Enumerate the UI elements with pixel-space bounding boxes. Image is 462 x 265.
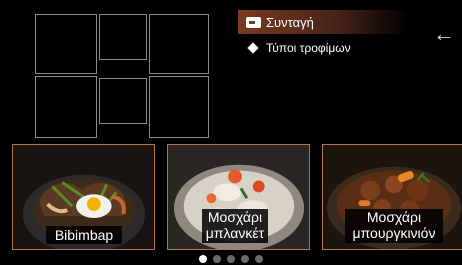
recipe-card-blanquette[interactable]: Μοσχάρι μπλανκέτ [167,144,310,250]
category-menu: Συνταγή Τύποι τροφίμων [238,10,410,60]
menu-item-recipe[interactable]: Συνταγή [238,10,410,34]
grid-slot-6[interactable] [149,76,209,138]
grid-slot-4[interactable] [35,76,97,138]
menu-item-food-types[interactable]: Τύποι τροφίμων [238,36,410,60]
back-arrow-icon: ← [433,21,455,46]
card-label: Bibimbap [46,226,122,244]
recipe-card-bourguignon[interactable]: Μοσχάρι μπουργκινιόν [322,144,462,250]
menu-item-label: Συνταγή [266,14,314,30]
diamond-icon [247,42,259,54]
recipe-icon [246,16,261,28]
page-dot-4[interactable] [241,255,249,263]
recipe-card-bibimbap[interactable]: Bibimbap [12,144,155,250]
back-button[interactable]: ← [432,22,456,46]
card-label: Μοσχάρι μπλανκέτ [202,209,268,243]
grid-slot-1[interactable] [35,14,97,74]
page-dot-5[interactable] [255,255,263,263]
page-dot-1[interactable] [199,255,207,263]
menu-item-label: Τύποι τροφίμων [266,41,351,55]
page-dot-2[interactable] [213,255,221,263]
pagination [0,255,462,263]
grid-slot-2[interactable] [99,14,147,60]
grid-slot-5[interactable] [99,78,147,124]
grid-slot-3[interactable] [149,14,209,74]
page-dot-3[interactable] [227,255,235,263]
card-label: Μοσχάρι μπουργκινιόν [345,209,443,243]
